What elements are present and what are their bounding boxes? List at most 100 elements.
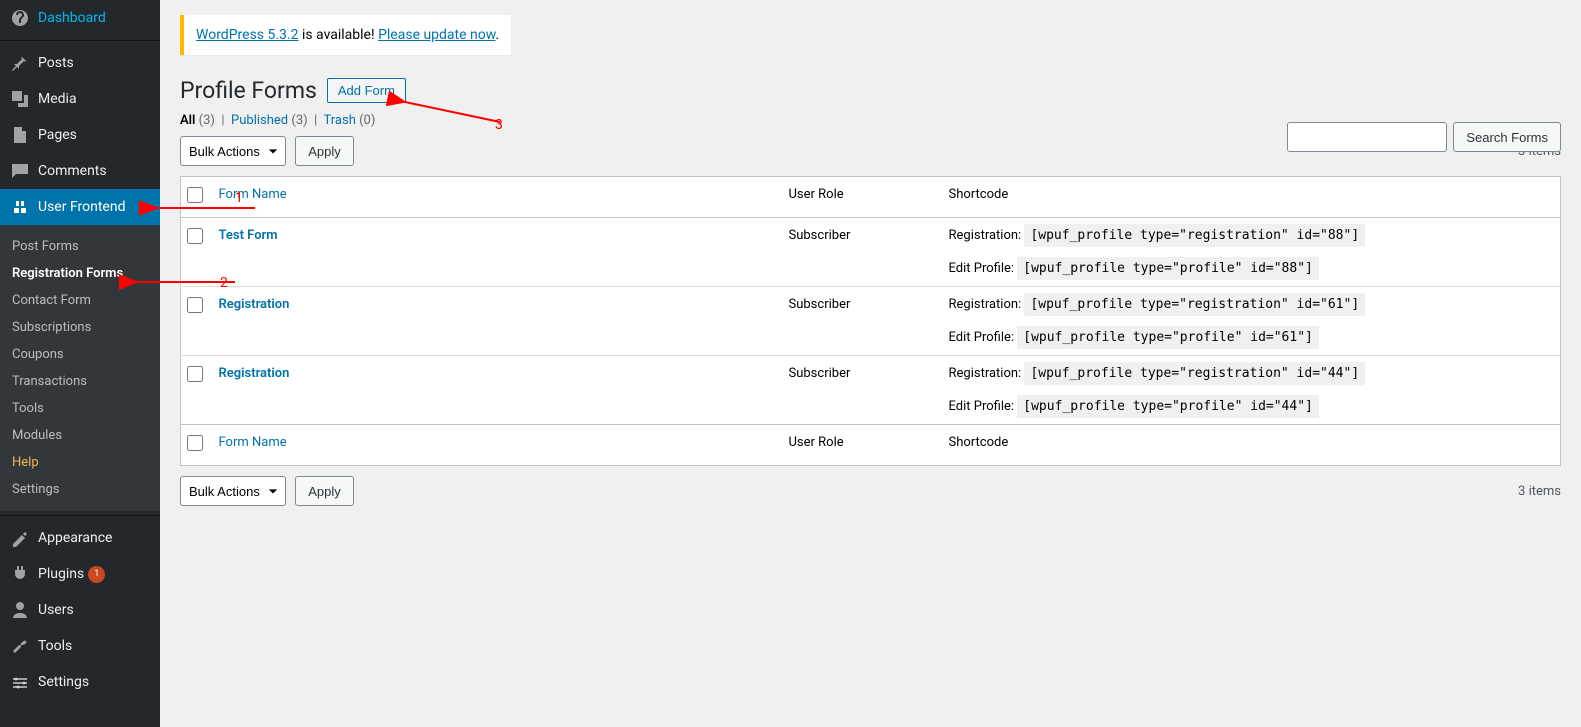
tools-icon [10,636,30,656]
sidebar-label: Settings [38,674,89,690]
filter-published[interactable]: Published [231,113,288,128]
reg-label: Registration: [949,297,1025,312]
reg-label: Registration: [949,366,1025,381]
col-header-role: User Role [779,177,939,218]
sidebar-label: Posts [38,55,74,71]
sidebar-item-comments[interactable]: Comments [0,153,160,189]
edit-shortcode[interactable]: [wpuf_profile type="profile" id="88"] [1017,257,1319,280]
search-input[interactable] [1287,122,1447,152]
form-name-link[interactable]: Registration [219,297,290,312]
filter-trash[interactable]: Trash [324,113,356,128]
row-checkbox[interactable] [187,297,203,313]
table-row: Registration Subscriber Registration: [w… [181,356,1561,425]
table-row: Test Form Subscriber Registration: [wpuf… [181,218,1561,287]
form-name-link[interactable]: Registration [219,366,290,381]
sidebar-label: Appearance [38,530,112,546]
sidebar-label: Dashboard [38,10,106,26]
sidebar-sub-subscriptions[interactable]: Subscriptions [0,314,160,341]
row-shortcode-cell: Registration: [wpuf_profile type="regist… [939,356,1561,425]
filter-published-count: (3) [291,113,307,128]
col-header-name: Form Name [209,177,779,218]
admin-sidebar: Dashboard Posts Media Pages Comments Use… [0,0,160,727]
edit-label: Edit Profile: [949,261,1018,276]
sidebar-item-user-frontend[interactable]: User Frontend [0,189,160,225]
edit-shortcode[interactable]: [wpuf_profile type="profile" id="44"] [1017,395,1319,418]
sidebar-item-media[interactable]: Media [0,81,160,117]
sidebar-sub-transactions[interactable]: Transactions [0,368,160,395]
sidebar-sub-registration-forms[interactable]: Registration Forms [0,260,160,287]
sidebar-sub-help[interactable]: Help [0,449,160,476]
col-footer-shortcode: Shortcode [939,425,1561,466]
filter-trash-count: (0) [359,113,375,128]
row-name-cell: Registration [209,356,779,425]
media-icon [10,89,30,109]
edit-label: Edit Profile: [949,330,1018,345]
row-shortcode-cell: Registration: [wpuf_profile type="regist… [939,287,1561,356]
page-icon [10,125,30,145]
plugins-icon [10,564,30,584]
row-shortcode-cell: Registration: [wpuf_profile type="regist… [939,218,1561,287]
items-count-bottom: 3 items [1518,484,1561,499]
content-area: WordPress 5.3.2 is available! Please upd… [160,0,1581,727]
sidebar-item-pages[interactable]: Pages [0,117,160,153]
edit-shortcode[interactable]: [wpuf_profile type="profile" id="61"] [1017,326,1319,349]
wp-version-link[interactable]: WordPress 5.3.2 [196,27,298,43]
sidebar-label: User Frontend [38,199,125,215]
sidebar-label: Plugins [38,566,84,582]
sort-by-name[interactable]: Form Name [219,187,287,202]
col-footer-name: Form Name [209,425,779,466]
form-name-link[interactable]: Test Form [219,228,278,243]
row-role-cell: Subscriber [779,287,939,356]
tablenav-bottom: Bulk Actions Apply 3 items [180,476,1561,506]
search-box: Search Forms [1287,122,1561,152]
notice-suffix: . [495,27,499,43]
sidebar-item-appearance[interactable]: Appearance [0,520,160,556]
update-now-link[interactable]: Please update now [378,27,495,43]
select-all-footer [181,425,209,466]
reg-shortcode[interactable]: [wpuf_profile type="registration" id="61… [1024,293,1365,316]
add-form-button[interactable]: Add Form [327,78,406,103]
filter-all-count: (3) [199,113,215,128]
sort-by-name-footer[interactable]: Form Name [219,435,287,450]
sidebar-item-posts[interactable]: Posts [0,45,160,81]
sidebar-item-users[interactable]: Users [0,592,160,628]
row-checkbox[interactable] [187,366,203,382]
sidebar-item-settings[interactable]: Settings [0,664,160,700]
sidebar-sub-post-forms[interactable]: Post Forms [0,233,160,260]
sidebar-item-plugins[interactable]: Plugins 1 [0,556,160,592]
row-role-cell: Subscriber [779,356,939,425]
sidebar-label: Comments [38,163,107,179]
sidebar-item-tools[interactable]: Tools [0,628,160,664]
settings-icon [10,672,30,692]
plugin-update-badge: 1 [88,566,105,583]
reg-shortcode[interactable]: [wpuf_profile type="registration" id="44… [1024,362,1365,385]
sidebar-label: Media [38,91,77,107]
sidebar-label: Pages [38,127,77,143]
comments-icon [10,161,30,181]
sidebar-sub-settings[interactable]: Settings [0,476,160,503]
sidebar-label: Users [38,602,74,618]
row-name-cell: Test Form [209,218,779,287]
sidebar-sub-contact-form[interactable]: Contact Form [0,287,160,314]
search-button[interactable]: Search Forms [1453,122,1561,152]
sidebar-submenu: Post Forms Registration Forms Contact Fo… [0,225,160,511]
select-all-header [181,177,209,218]
select-all-top[interactable] [187,187,203,203]
row-checkbox[interactable] [187,228,203,244]
apply-button-top[interactable]: Apply [295,136,354,166]
sidebar-item-dashboard[interactable]: Dashboard [0,0,160,36]
sidebar-label: Tools [38,638,72,654]
filter-all[interactable]: All [180,113,195,128]
sidebar-sub-modules[interactable]: Modules [0,422,160,449]
sidebar-sub-tools[interactable]: Tools [0,395,160,422]
sidebar-sub-coupons[interactable]: Coupons [0,341,160,368]
notice-text: is available! [298,27,378,43]
bulk-action-select-top[interactable]: Bulk Actions [180,136,286,166]
pin-icon [10,53,30,73]
page-title: Profile Forms [180,77,317,104]
row-role-cell: Subscriber [779,218,939,287]
bulk-action-select-bottom[interactable]: Bulk Actions [180,476,286,506]
apply-button-bottom[interactable]: Apply [295,476,354,506]
select-all-bottom[interactable] [187,435,203,451]
reg-shortcode[interactable]: [wpuf_profile type="registration" id="88… [1024,224,1365,247]
